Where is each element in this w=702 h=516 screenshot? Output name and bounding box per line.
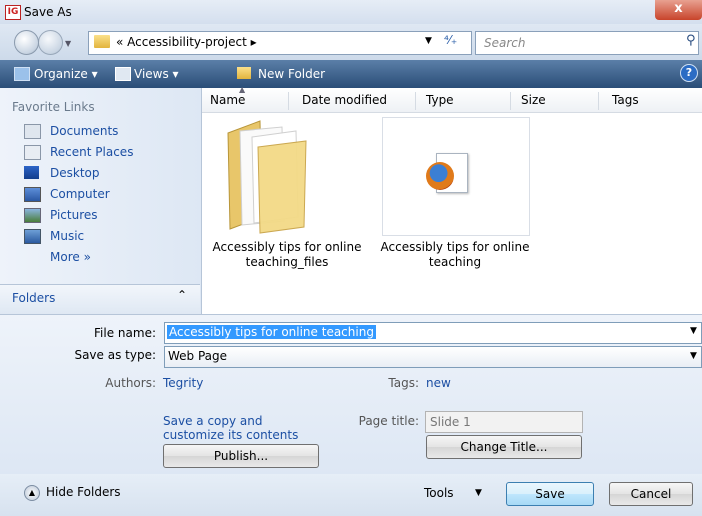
file-name-label[interactable]: Accessibly tips for online teaching_file…	[204, 240, 370, 270]
close-button[interactable]: x	[655, 0, 702, 20]
new-folder-button[interactable]: New Folder	[258, 67, 325, 81]
sidebar-item-desktop[interactable]: Desktop	[50, 166, 100, 180]
file-name-label[interactable]: Accessibly tips for online teaching	[372, 240, 538, 270]
search-icon[interactable]: ⚲	[686, 33, 696, 48]
column-tags[interactable]: Tags	[612, 93, 639, 107]
folders-label[interactable]: Folders	[12, 291, 55, 305]
chevron-down-icon[interactable]: ▼	[475, 488, 482, 498]
organize-button[interactable]: Organize ▾	[34, 67, 98, 81]
authors-label: Authors:	[105, 376, 156, 390]
search-placeholder: Search	[484, 36, 526, 50]
column-size[interactable]: Size	[521, 93, 546, 107]
computer-icon	[24, 187, 41, 202]
tools-button[interactable]: Tools	[424, 486, 454, 500]
sidebar-item-pictures[interactable]: Pictures	[50, 208, 98, 222]
recent-places-icon	[24, 145, 41, 160]
save-button[interactable]: Save	[506, 482, 594, 506]
hide-folders-button[interactable]: Hide Folders	[46, 485, 121, 499]
chevron-down-icon[interactable]: ▼	[690, 326, 697, 336]
folder-icon	[227, 120, 307, 234]
firefox-document-icon	[426, 162, 454, 190]
forward-button[interactable]	[38, 30, 63, 55]
column-divider[interactable]	[288, 92, 289, 110]
music-icon	[24, 229, 41, 244]
chevron-up-icon[interactable]: ⌃	[177, 288, 187, 302]
address-dropdown-icon[interactable]: ▼	[425, 36, 432, 46]
column-name[interactable]: Name	[210, 93, 245, 107]
collapse-icon[interactable]: ▲	[24, 485, 40, 501]
authors-value[interactable]: Tegrity	[163, 376, 203, 390]
sidebar-item-documents[interactable]: Documents	[50, 124, 118, 138]
pictures-icon	[24, 208, 41, 223]
help-icon[interactable]: ?	[680, 64, 698, 82]
file-name-value[interactable]: Accessibly tips for online teaching	[167, 325, 376, 339]
organize-icon	[14, 67, 30, 81]
views-icon	[115, 67, 131, 81]
folder-icon	[94, 35, 110, 48]
path-overflow-icon[interactable]: «	[116, 35, 123, 49]
column-divider[interactable]	[598, 92, 599, 110]
save-as-type-label: Save as type:	[74, 348, 156, 362]
tags-label: Tags:	[388, 376, 419, 390]
sidebar-item-music[interactable]: Music	[50, 229, 84, 243]
chevron-down-icon[interactable]: ▼	[690, 351, 697, 361]
column-divider[interactable]	[415, 92, 416, 110]
back-button[interactable]	[14, 30, 39, 55]
save-as-type-value[interactable]: Web Page	[168, 349, 227, 363]
sidebar-item-computer[interactable]: Computer	[50, 187, 110, 201]
save-copy-link-line[interactable]: Save a copy and	[163, 414, 298, 428]
page-title-label: Page title:	[358, 414, 419, 428]
column-date-modified[interactable]: Date modified	[302, 93, 387, 107]
documents-icon	[24, 124, 41, 139]
save-copy-link-line[interactable]: customize its contents	[163, 428, 298, 442]
save-copy-link[interactable]: Save a copy and customize its contents	[163, 414, 298, 442]
page-title-value: Slide 1	[430, 415, 471, 429]
refresh-icon[interactable]: ⁴⁄₊	[444, 33, 457, 47]
column-type[interactable]: Type	[426, 93, 454, 107]
favorite-links-heading: Favorite Links	[12, 100, 95, 114]
title-bar	[0, 0, 702, 24]
recent-pages-dropdown-icon[interactable]: ▼	[65, 39, 71, 48]
app-icon: IG	[5, 5, 21, 20]
breadcrumb-chevron-icon[interactable]: ▸	[251, 35, 257, 49]
views-button[interactable]: Views ▾	[134, 67, 179, 81]
window-title: Save As	[24, 5, 72, 19]
save-as-type-select[interactable]	[164, 346, 702, 368]
publish-button[interactable]: Publish...	[163, 444, 319, 468]
change-title-button[interactable]: Change Title...	[426, 435, 582, 459]
breadcrumb-folder[interactable]: Accessibility-project	[127, 35, 247, 49]
sidebar-item-recent-places[interactable]: Recent Places	[50, 145, 133, 159]
more-links[interactable]: More »	[50, 250, 91, 264]
toolbar	[0, 60, 702, 88]
new-folder-icon	[237, 67, 251, 79]
tags-value[interactable]: new	[426, 376, 451, 390]
desktop-icon	[24, 166, 39, 179]
column-divider[interactable]	[510, 92, 511, 110]
address-path[interactable]: « Accessibility-project ▸	[116, 35, 257, 49]
cancel-button[interactable]: Cancel	[609, 482, 693, 506]
file-name-label: File name:	[94, 326, 156, 340]
